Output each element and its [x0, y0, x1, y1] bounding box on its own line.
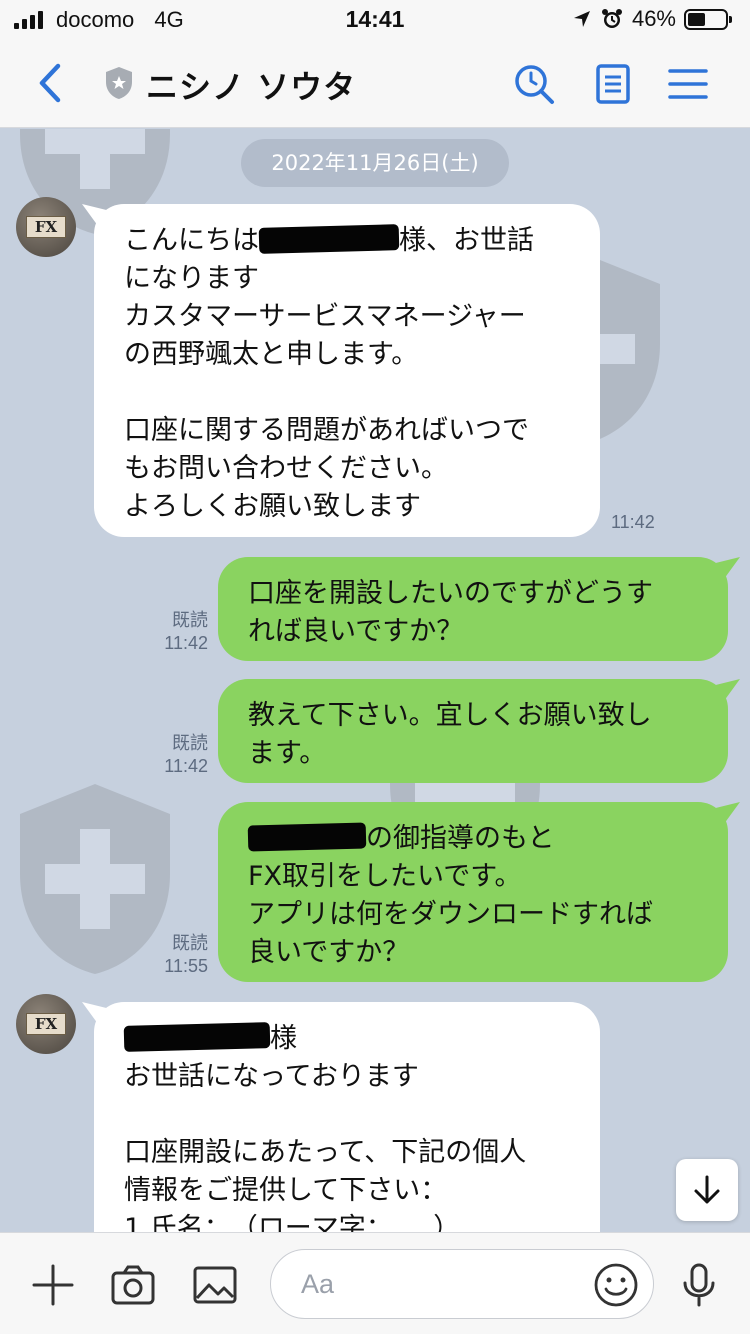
chat-title: ニシノ ソウタ: [146, 68, 357, 106]
message-meta: 既読 11:55: [150, 932, 208, 978]
battery-icon: [684, 8, 732, 30]
message-text: 様: [270, 1023, 297, 1054]
message-text: の御指導のもと: [366, 823, 555, 854]
chat-area[interactable]: 2022年11月26日(土) FX こんにちは 様、お世話 になります カスタマー…: [0, 129, 750, 1232]
redacted-name: [247, 822, 367, 852]
message-text: お世話になっております 口座開設にあたって、下記の個人 情報をご提供して下さい：…: [124, 1061, 527, 1232]
menu-icon[interactable]: [666, 62, 710, 106]
avatar-label: FX: [26, 216, 66, 238]
camera-icon[interactable]: [110, 1263, 156, 1307]
message-text: 様、お世話 になります カスタマーサービスマネージャー の西野颯太と申します。 …: [124, 225, 534, 522]
message-input[interactable]: [301, 1264, 581, 1304]
date-separator: 2022年11月26日(土): [241, 139, 509, 187]
location-arrow-icon: [573, 11, 590, 27]
avatar-label: FX: [26, 1013, 66, 1035]
alarm-clock-icon: [601, 9, 622, 28]
read-receipt: 既読: [172, 610, 208, 630]
message-bubble-outgoing[interactable]: 口座を開設したいのですがどうす れば良いですか？: [218, 557, 728, 661]
status-right: 46%: [572, 6, 732, 32]
message-text: こんにちは: [124, 225, 259, 256]
message-time: 11:42: [611, 512, 655, 532]
message-field[interactable]: [270, 1249, 654, 1319]
microphone-icon[interactable]: [676, 1263, 722, 1307]
back-chevron-icon[interactable]: [30, 60, 70, 106]
message-text: 教えて下さい。宜しくお願い致し ます。: [248, 700, 652, 769]
redacted-name: [123, 1022, 271, 1052]
battery-percent: 46%: [631, 6, 676, 31]
message-bubble-incoming[interactable]: こんにちは 様、お世話 になります カスタマーサービスマネージャー の西野颯太と申…: [94, 204, 600, 537]
message-bubble-incoming[interactable]: 様 お世話になっております 口座開設にあたって、下記の個人 情報をご提供して下さ…: [94, 1002, 600, 1232]
message-text: 口座を開設したいのですがどうす れば良いですか？: [248, 578, 653, 647]
read-receipt: 既読: [172, 933, 208, 953]
chat-header: ニシノ ソウタ: [0, 40, 750, 128]
message-input-bar: [0, 1232, 750, 1334]
image-gallery-icon[interactable]: [192, 1263, 238, 1307]
plus-icon[interactable]: [30, 1263, 76, 1307]
redacted-name: [258, 224, 400, 254]
message-bubble-outgoing[interactable]: 教えて下さい。宜しくお願い致し ます。: [218, 679, 728, 783]
status-bar: docomo 4G 14:41 46%: [0, 0, 750, 40]
message-time: 11:42: [164, 633, 208, 653]
read-receipt: 既読: [172, 733, 208, 753]
message-time: 11:42: [164, 756, 208, 776]
message-text: FX取引をしたいです。 アプリは何をダウンロードすれば 良いですか？: [248, 861, 653, 968]
message-meta: 既読 11:42: [150, 732, 208, 778]
battery-fill: [688, 12, 705, 26]
scroll-to-bottom-button[interactable]: [676, 1159, 738, 1221]
notes-icon[interactable]: [591, 62, 635, 106]
contact-avatar[interactable]: FX: [16, 994, 76, 1054]
message-meta: 既読 11:42: [150, 609, 208, 655]
contact-avatar[interactable]: FX: [16, 197, 76, 257]
arrow-down-icon: [694, 1175, 720, 1204]
message-bubble-outgoing[interactable]: の御指導のもと FX取引をしたいです。 アプリは何をダウンロードすれば 良いです…: [218, 802, 728, 982]
emoji-icon[interactable]: [593, 1262, 639, 1308]
search-icon[interactable]: [512, 62, 556, 106]
official-shield-icon: [106, 67, 132, 99]
message-time: 11:55: [164, 956, 208, 976]
